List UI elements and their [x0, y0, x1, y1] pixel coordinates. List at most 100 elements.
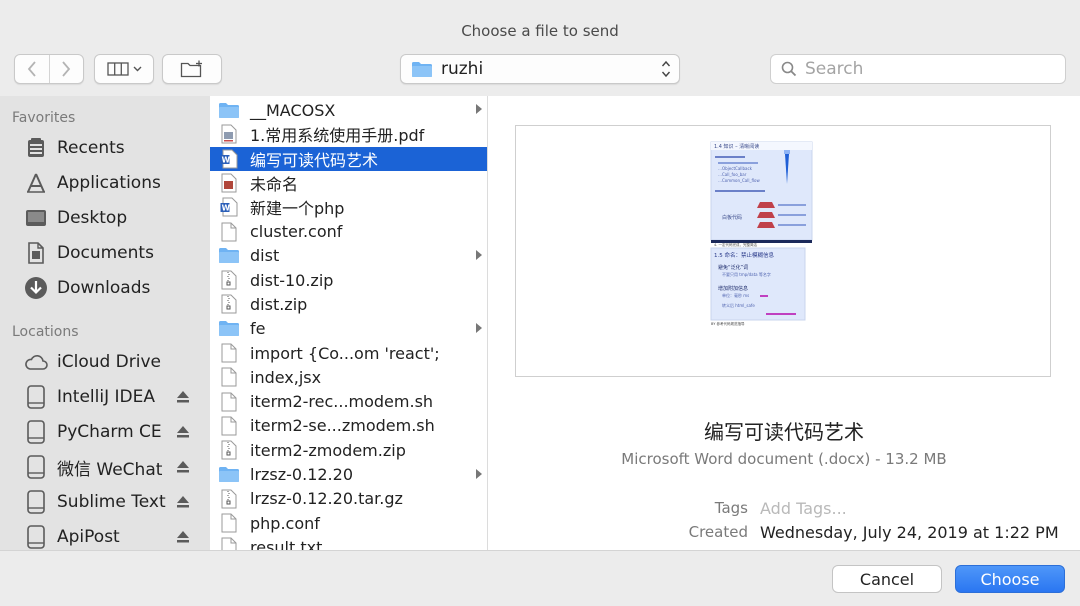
search-field[interactable]: [770, 54, 1066, 84]
sidebar-item-label: Desktop: [57, 208, 128, 228]
location-label: ruzhi: [441, 59, 484, 79]
file-row[interactable]: 1.常用系统使用手册.pdf: [210, 122, 487, 146]
svg-text:W: W: [222, 204, 231, 213]
eject-icon[interactable]: [176, 389, 190, 409]
svg-text:1.5 命名：禁止模糊信息: 1.5 命名：禁止模糊信息: [714, 251, 774, 259]
location-popup[interactable]: ruzhi: [400, 54, 680, 84]
file-name: __MACOSX: [250, 100, 336, 120]
eject-icon[interactable]: [176, 424, 190, 444]
disclosure-arrow-icon: [475, 104, 483, 117]
file-name: iterm2-se...zmodem.sh: [250, 416, 435, 436]
svg-text:…Call_foo_bar: …Call_foo_bar: [718, 172, 747, 177]
document-icon: [218, 536, 240, 550]
file-name: dist-10.zip: [250, 270, 334, 290]
tags-label: Tags: [714, 499, 748, 517]
sidebar-item-documents[interactable]: Documents: [24, 238, 204, 268]
sidebar-item-desktop[interactable]: Desktop: [24, 203, 204, 233]
documents-icon: [24, 241, 48, 265]
new-folder-button[interactable]: [162, 54, 222, 84]
file-row[interactable]: dist.zip: [210, 292, 487, 316]
sidebar-item-wechat[interactable]: 微信 WeChat: [24, 452, 204, 482]
sidebar-item-icloud-drive[interactable]: iCloud Drive: [24, 347, 204, 377]
svg-text:…ObjectCallback: …ObjectCallback: [718, 166, 753, 171]
svg-text:…Common_Call_flow: …Common_Call_flow: [718, 178, 760, 183]
sidebar-item-downloads[interactable]: Downloads: [24, 273, 204, 303]
search-icon: [781, 61, 797, 77]
eject-icon[interactable]: [176, 494, 190, 514]
desktop-icon: [24, 206, 48, 230]
document-thumbnail: 1.4 知识 – 清晰阅读 …ObjectCallback …Call_foo_…: [515, 125, 1051, 377]
svg-text:增加附加信息: 增加附加信息: [718, 285, 748, 292]
svg-text:白板代码: 白板代码: [722, 214, 742, 221]
sidebar-item-label: 微信 WeChat: [57, 459, 163, 480]
folder-icon: [412, 61, 432, 77]
document-icon: [218, 512, 240, 534]
file-row[interactable]: import {Co...om 'react';: [210, 341, 487, 365]
file-row[interactable]: iterm2-rec...modem.sh: [210, 390, 487, 414]
eject-icon[interactable]: [176, 529, 190, 549]
file-name: index,jsx: [250, 367, 322, 387]
sidebar-item-pycharm-ce[interactable]: PyCharm CE: [24, 417, 204, 447]
svg-text:不要只用 tmp/data 等名字: 不要只用 tmp/data 等名字: [722, 271, 771, 277]
preview-file-kind: Microsoft Word document (.docx) - 13.2 M…: [621, 450, 947, 468]
file-row[interactable]: 未命名: [210, 171, 487, 195]
sidebar-item-intellij-idea[interactable]: IntelliJ IDEA: [24, 382, 204, 412]
sidebar-item-applications[interactable]: Applications: [24, 168, 204, 198]
file-row[interactable]: W 编写可读代码艺术: [210, 146, 487, 171]
document-icon: [218, 221, 240, 243]
column-view-icon: [106, 62, 129, 76]
choose-button[interactable]: Choose: [955, 565, 1065, 593]
file-row[interactable]: dist: [210, 244, 487, 268]
file-name: import {Co...om 'react';: [250, 343, 440, 363]
search-input[interactable]: [803, 58, 1047, 80]
preview-file-name: 编写可读代码艺术: [704, 420, 864, 444]
sidebar-item-apipost[interactable]: ApiPost: [24, 522, 204, 550]
sidebar-item-label: Applications: [57, 173, 161, 193]
document-icon: [218, 172, 240, 194]
document-icon: [218, 415, 240, 437]
folder-icon: [218, 245, 240, 267]
svg-text:转义后 html_safe: 转义后 html_safe: [722, 302, 755, 308]
file-name: dist: [250, 246, 280, 266]
file-name: lrzsz-0.12.20: [250, 465, 353, 484]
file-row[interactable]: dist-10.zip: [210, 268, 487, 292]
file-row[interactable]: iterm2-se...zmodem.sh: [210, 414, 487, 438]
chevron-down-icon: [133, 66, 141, 72]
file-row[interactable]: result.txt: [210, 535, 487, 550]
eject-icon[interactable]: [176, 459, 190, 479]
file-list[interactable]: __MACOSX 1.常用系统使用手册.pdf W 编写可读代码艺术 未命名 W 新建一个p…: [210, 96, 488, 550]
file-row[interactable]: index,jsx: [210, 365, 487, 389]
svg-text:避免“泛化”词: 避免“泛化”词: [718, 264, 748, 271]
file-row[interactable]: __MACOSX: [210, 98, 487, 122]
file-name: cluster.conf: [250, 222, 343, 241]
file-row[interactable]: fe: [210, 317, 487, 341]
cloud-icon: [24, 350, 48, 374]
document-icon: [218, 391, 240, 413]
add-tags-field[interactable]: Add Tags...: [760, 499, 847, 518]
sidebar-item-recents[interactable]: Recents: [24, 133, 204, 163]
forward-button[interactable]: [48, 55, 84, 83]
disclosure-arrow-icon: [475, 249, 483, 263]
view-options-button[interactable]: [94, 54, 154, 84]
svg-text:单位：毫秒 ms: 单位：毫秒 ms: [722, 292, 749, 298]
downloads-icon: [24, 276, 48, 300]
file-name: dist.zip: [250, 294, 308, 314]
file-row[interactable]: iterm2-zmodem.zip: [210, 438, 487, 462]
disk-icon: [24, 490, 48, 514]
file-row[interactable]: cluster.conf: [210, 220, 487, 244]
file-row[interactable]: lrzsz-0.12.20: [210, 463, 487, 487]
file-row[interactable]: W 新建一个php: [210, 195, 487, 219]
word-document-icon: W: [218, 148, 240, 170]
chevron-left-icon: [27, 61, 36, 77]
created-label: Created: [688, 523, 748, 541]
recents-icon: [24, 136, 48, 160]
file-name: result.txt: [250, 537, 323, 550]
sidebar-item-sublime-text[interactable]: Sublime Text: [24, 487, 204, 517]
file-row[interactable]: lrzsz-0.12.20.tar.gz: [210, 487, 487, 511]
cancel-button[interactable]: Cancel: [832, 565, 942, 593]
file-row[interactable]: php.conf: [210, 511, 487, 535]
file-name: fe: [250, 319, 266, 339]
sidebar-item-label: Recents: [57, 138, 125, 158]
back-button[interactable]: [15, 55, 49, 83]
sidebar: Favorites Recents Applications Desktop D…: [0, 96, 210, 550]
